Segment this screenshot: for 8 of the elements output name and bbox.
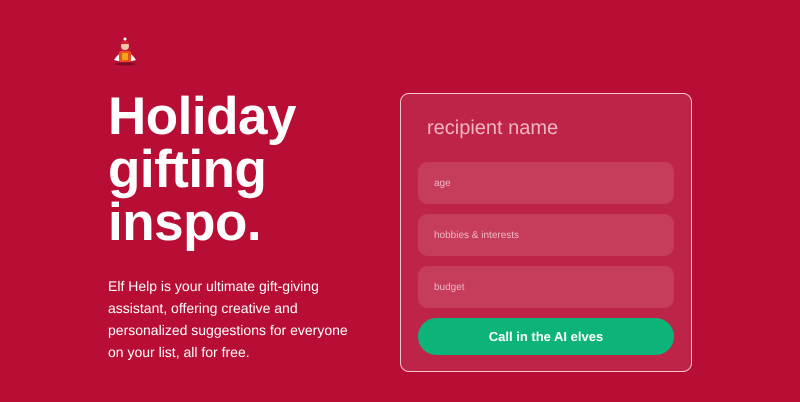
santa-icon [112, 36, 138, 66]
hero-heading: Holiday gifting inspo. [108, 90, 298, 249]
recipient-name-field[interactable]: recipient name [418, 108, 674, 148]
input-field[interactable]: budget [418, 266, 674, 308]
input-field[interactable]: age [418, 162, 674, 204]
hero-description: Elf Help is your ultimate gift-giving assistant, offering creative and personalized suggestions for everyone on your list, all for free. [108, 277, 349, 362]
input-field[interactable]: hobbies & interests [418, 214, 674, 256]
submit-button[interactable]: Call in the AI elves [418, 318, 674, 355]
